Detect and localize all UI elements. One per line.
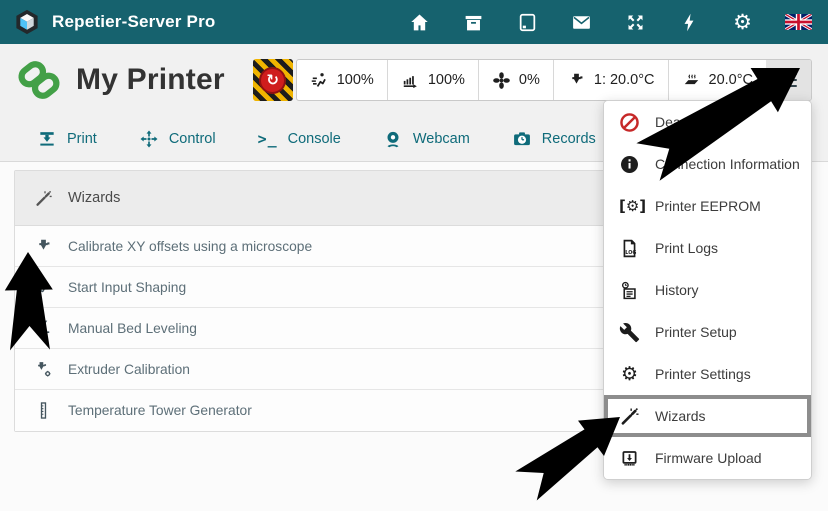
heated-bed-icon <box>682 71 701 90</box>
fan-icon <box>492 71 511 90</box>
extruder-temp-status[interactable]: 1: 20.0°C <box>554 60 669 100</box>
move-cross-icon <box>139 129 159 149</box>
fan-value: 0% <box>519 72 540 88</box>
eeprom-chip-icon: [⚙] <box>619 197 640 215</box>
navbar-icons: ⚙ <box>409 12 812 33</box>
emergency-stop-button[interactable]: ↻ <box>253 59 293 101</box>
log-file-icon <box>619 238 640 259</box>
extruder-nozzle-icon <box>567 71 586 90</box>
printer-name: My Printer <box>76 63 225 97</box>
webcam-icon <box>383 129 403 149</box>
mail-icon[interactable] <box>571 12 592 33</box>
info-icon <box>619 154 640 175</box>
gear-icon: ⚙ <box>619 364 640 385</box>
menu-item-connection-information[interactable]: Connection Information <box>604 143 811 185</box>
printer-menu-button[interactable] <box>766 60 811 100</box>
fan-status[interactable]: 0% <box>479 60 554 100</box>
repetier-logo-icon <box>14 9 40 35</box>
waveform-icon <box>34 278 53 297</box>
menu-item-print-logs[interactable]: Print Logs <box>604 227 811 269</box>
panel-title: Wizards <box>68 190 120 206</box>
angle-icon: ∠ <box>34 319 53 338</box>
tab-webcam[interactable]: Webcam <box>362 116 491 161</box>
magic-wand-icon <box>619 406 640 427</box>
expand-arrows-icon[interactable] <box>625 12 646 33</box>
bed-temp-value: 20.0°C <box>709 72 754 88</box>
extruder-temp-value: 1: 20.0°C <box>594 72 655 88</box>
tab-print[interactable]: Print <box>16 116 118 161</box>
nozzle-icon <box>34 237 53 256</box>
speed-value: 100% <box>337 72 374 88</box>
uk-flag-icon[interactable] <box>785 14 812 30</box>
history-icon <box>619 280 640 301</box>
archive-box-icon[interactable] <box>463 12 484 33</box>
menu-item-wizards[interactable]: Wizards <box>604 395 811 437</box>
camera-records-icon <box>512 129 532 149</box>
menu-item-printer-settings[interactable]: ⚙ Printer Settings <box>604 353 811 395</box>
speed-status[interactable]: 100% <box>297 60 388 100</box>
flow-status[interactable]: 100% <box>388 60 479 100</box>
speed-icon <box>310 71 329 90</box>
console-prompt-icon: >_ <box>258 130 278 148</box>
brand[interactable]: Repetier-Server Pro <box>14 9 215 35</box>
hamburger-icon <box>780 73 797 76</box>
menu-item-printer-setup[interactable]: Printer Setup <box>604 311 811 353</box>
flow-icon <box>401 71 420 90</box>
manual-book-icon[interactable] <box>517 12 538 33</box>
deactivate-icon <box>619 112 640 133</box>
firmware-chip-icon <box>619 448 640 469</box>
status-group: 100% 100% 0% 1: 20.0°C 20.0°C <box>296 59 812 101</box>
magic-wand-icon <box>34 189 53 208</box>
gear-icon[interactable]: ⚙ <box>733 12 752 33</box>
bed-temp-status[interactable]: 20.0°C <box>669 60 767 100</box>
menu-item-printer-eeprom[interactable]: [⚙] Printer EEPROM <box>604 185 811 227</box>
chain-link-icon <box>16 57 62 103</box>
tab-console[interactable]: >_ Console <box>237 116 362 161</box>
emergency-stop-icon: ↻ <box>259 67 286 94</box>
wrench-icon <box>619 322 640 343</box>
bolt-icon[interactable] <box>679 12 700 33</box>
flow-value: 100% <box>428 72 465 88</box>
printer-status-toolbar: ↻ 100% 100% 0% 1: 20.0°C <box>253 59 812 101</box>
app-title: Repetier-Server Pro <box>52 12 215 32</box>
ruler-icon <box>34 401 53 420</box>
tab-control[interactable]: Control <box>118 116 237 161</box>
home-icon[interactable] <box>409 12 430 33</box>
menu-item-history[interactable]: History <box>604 269 811 311</box>
menu-item-firmware-upload[interactable]: Firmware Upload <box>604 437 811 479</box>
nozzle-gear-icon <box>34 360 53 379</box>
top-navbar: Repetier-Server Pro ⚙ <box>0 0 828 44</box>
printer-dropdown-menu: Deactivate Connection Information [⚙] Pr… <box>603 100 812 480</box>
printer-icon <box>37 129 57 149</box>
menu-item-deactivate[interactable]: Deactivate <box>604 101 811 143</box>
tab-records[interactable]: Records <box>491 116 617 161</box>
